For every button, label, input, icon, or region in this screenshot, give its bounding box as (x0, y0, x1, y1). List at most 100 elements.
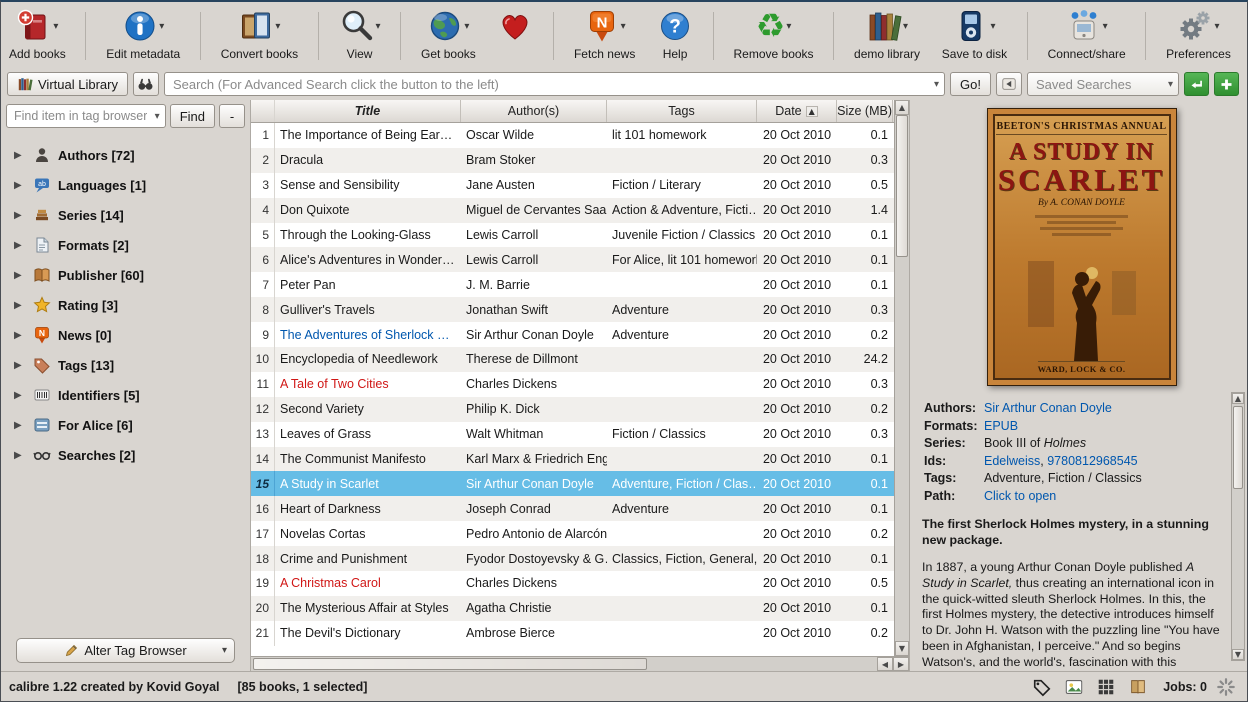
search-history-arrow-icon[interactable]: ▾ (934, 79, 939, 90)
table-row[interactable]: 3Sense and SensibilityJane AustenFiction… (251, 173, 894, 198)
table-row[interactable]: 8Gulliver's TravelsJonathan SwiftAdventu… (251, 297, 894, 322)
table-row[interactable]: 20The Mysterious Affair at StylesAgatha … (251, 596, 894, 621)
expander-icon[interactable]: ▶ (14, 240, 26, 251)
table-row-selected[interactable]: 15A Study in ScarletSir Arthur Conan Doy… (251, 471, 894, 496)
expander-icon[interactable]: ▶ (14, 330, 26, 341)
expander-icon[interactable]: ▶ (14, 150, 26, 161)
dropdown-arrow-icon[interactable]: ▾ (786, 21, 791, 32)
hscroll-thumb[interactable] (253, 658, 647, 670)
scroll-left-button[interactable]: ◀ (877, 657, 893, 671)
alter-dropdown-arrow-icon[interactable]: ▾ (222, 645, 227, 656)
table-row[interactable]: 12Second VarietyPhilip K. Dick20 Oct 201… (251, 397, 894, 422)
details-scroll-thumb[interactable] (1233, 406, 1243, 489)
dropdown-arrow-icon[interactable]: ▾ (1214, 21, 1219, 32)
dropdown-arrow-icon[interactable]: ▾ (621, 21, 626, 32)
scroll-right-button[interactable]: ▶ (893, 657, 909, 671)
table-row[interactable]: 2DraculaBram Stoker20 Oct 20100.3 (251, 148, 894, 173)
field-value-link[interactable]: Sir Arthur Conan Doyle (984, 401, 1112, 415)
hscroll-trough[interactable] (251, 657, 877, 671)
sidebar-item-tags[interactable]: ▶Tags [13] (4, 350, 247, 380)
table-row[interactable]: 14The Communist ManifestoKarl Marx & Fri… (251, 447, 894, 472)
sidebar-item-publisher[interactable]: ▶Publisher [60] (4, 260, 247, 290)
search-input[interactable] (165, 73, 944, 95)
sidebar-item-languages[interactable]: ▶abLanguages [1] (4, 170, 247, 200)
jobs-status[interactable]: Jobs: 0 (1163, 680, 1207, 694)
vscroll-trough[interactable] (895, 115, 909, 641)
table-row[interactable]: 16Heart of DarknessJoseph ConradAdventur… (251, 496, 894, 521)
field-value-link[interactable]: Edelweiss (984, 454, 1040, 468)
table-row[interactable]: 10Encyclopedia of NeedleworkTherese de D… (251, 347, 894, 372)
convert-books-button[interactable]: ▾Convert books (217, 4, 302, 68)
dropdown-arrow-icon[interactable]: ▾ (53, 21, 58, 32)
book-list-horizontal-scrollbar[interactable]: ◀ ▶ (251, 656, 909, 671)
find-combo-arrow-icon[interactable]: ▾ (155, 111, 160, 122)
table-row[interactable]: 5Through the Looking-GlassLewis CarrollJ… (251, 223, 894, 248)
saved-searches-arrow-icon[interactable]: ▾ (1168, 79, 1173, 90)
sidebar-item-for-alice[interactable]: ▶For Alice [6] (4, 410, 247, 440)
table-row[interactable]: 19A Christmas CarolCharles Dickens20 Oct… (251, 571, 894, 596)
save-to-disk-button[interactable]: ▾Save to disk (938, 4, 1011, 68)
sidebar-item-authors[interactable]: ▶Authors [72] (4, 140, 247, 170)
expander-icon[interactable]: ▶ (14, 420, 26, 431)
copy-search-button[interactable] (1184, 72, 1209, 96)
save-search-button[interactable] (1214, 72, 1239, 96)
table-row[interactable]: 4Don QuixoteMiguel de Cervantes Saa…Acti… (251, 198, 894, 223)
demo-library-button[interactable]: ▾demo library (850, 4, 924, 68)
dropdown-arrow-icon[interactable]: ▾ (376, 21, 381, 32)
dropdown-arrow-icon[interactable]: ▾ (990, 21, 995, 32)
details-scroll-down-button[interactable]: ▼ (1232, 649, 1244, 660)
table-row[interactable]: 13Leaves of GrassWalt WhitmanFiction / C… (251, 422, 894, 447)
table-row[interactable]: 21The Devil's DictionaryAmbrose Bierce20… (251, 621, 894, 646)
donate-button[interactable] (493, 4, 537, 68)
details-scroll-trough[interactable] (1232, 404, 1244, 649)
get-books-button[interactable]: ▾Get books (417, 4, 480, 68)
column-header-authors[interactable]: Author(s) (461, 100, 607, 122)
dropdown-arrow-icon[interactable]: ▾ (159, 21, 164, 32)
table-row[interactable]: 18Crime and PunishmentFyodor Dostoyevsky… (251, 546, 894, 571)
table-row[interactable]: 6Alice's Adventures in Wonder…Lewis Carr… (251, 247, 894, 272)
book-cover[interactable]: BEETON'S CHRISTMAS ANNUAL A STUDY IN SCA… (987, 108, 1177, 386)
add-books-button[interactable]: ▾Add books (5, 4, 70, 68)
column-header-tags[interactable]: Tags (607, 100, 757, 122)
sidebar-item-searches[interactable]: ▶Searches [2] (4, 440, 247, 470)
scroll-up-button[interactable]: ▲ (895, 100, 909, 115)
remove-books-button[interactable]: ♻▾Remove books (730, 4, 818, 68)
help-button[interactable]: ?Help (653, 4, 697, 68)
search-option-button[interactable] (996, 72, 1022, 96)
expander-icon[interactable]: ▶ (14, 300, 26, 311)
view-button[interactable]: ▾View (335, 4, 385, 68)
toggle-book-details-button[interactable] (1125, 675, 1151, 699)
details-scroll-up-button[interactable]: ▲ (1232, 393, 1244, 404)
expander-icon[interactable]: ▶ (14, 270, 26, 281)
find-item-combo[interactable]: ▾ (6, 104, 166, 128)
details-scrollbar[interactable]: ▲ ▼ (1231, 392, 1245, 661)
expander-icon[interactable]: ▶ (14, 180, 26, 191)
jobs-spinner-button[interactable] (1213, 675, 1239, 699)
search-field[interactable]: ▾ (164, 72, 945, 96)
column-header-title[interactable]: Title (275, 100, 461, 122)
virtual-library-button[interactable]: Virtual Library (7, 72, 128, 96)
preferences-button[interactable]: ▾Preferences (1162, 4, 1235, 68)
table-row[interactable]: 11A Tale of Two CitiesCharles Dickens20 … (251, 372, 894, 397)
saved-searches-combo[interactable]: Saved Searches ▾ (1027, 72, 1179, 96)
sidebar-item-news[interactable]: ▶NNews [0] (4, 320, 247, 350)
field-value-link[interactable]: Click to open (984, 489, 1056, 503)
vscroll-thumb[interactable] (896, 115, 908, 257)
sidebar-item-series[interactable]: ▶Series [14] (4, 200, 247, 230)
column-header-date[interactable]: Date▲ (757, 100, 837, 122)
expander-icon[interactable]: ▶ (14, 210, 26, 221)
expander-icon[interactable]: ▶ (14, 390, 26, 401)
dropdown-arrow-icon[interactable]: ▾ (1103, 21, 1108, 32)
sidebar-item-rating[interactable]: ▶Rating [3] (4, 290, 247, 320)
table-row[interactable]: 7Peter PanJ. M. Barrie20 Oct 20100.1 (251, 272, 894, 297)
dropdown-arrow-icon[interactable]: ▾ (903, 21, 908, 32)
scroll-down-button[interactable]: ▼ (895, 641, 909, 656)
sidebar-item-identifiers[interactable]: ▶Identifiers [5] (4, 380, 247, 410)
fetch-news-button[interactable]: N▾Fetch news (570, 4, 639, 68)
column-header-size[interactable]: Size (MB) (837, 100, 893, 122)
find-item-input[interactable] (7, 105, 165, 127)
go-button[interactable]: Go! (950, 72, 991, 96)
sidebar-item-formats[interactable]: ▶Formats [2] (4, 230, 247, 260)
toggle-cover-browser-button[interactable] (1061, 675, 1087, 699)
dropdown-arrow-icon[interactable]: ▾ (464, 21, 469, 32)
